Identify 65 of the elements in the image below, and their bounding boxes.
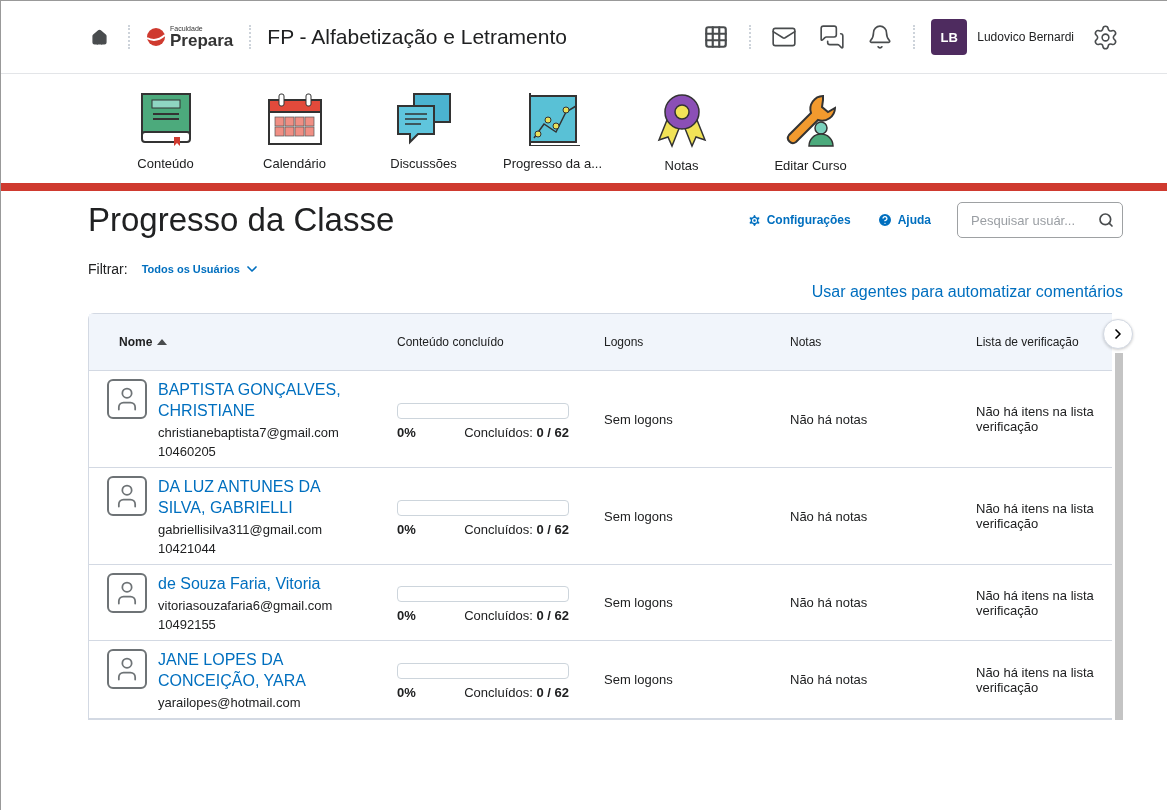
checklist-cell-text: Não há itens na lista verificação [976,587,1095,618]
checklist-cell-text: Não há itens na lista verificação [976,501,1095,531]
completed-count: Concluídos: 0 / 62 [464,521,569,537]
grades-cell-text: Não há notas [790,672,869,687]
column-header[interactable]: Logons [604,335,790,349]
nav-item[interactable]: Notas [617,92,746,173]
ribbon-award-icon [656,92,707,148]
student-id: 10460205 [158,444,217,459]
feedback-agents-link[interactable]: Usar agentes para automatizar comentários [811,283,1123,301]
progress-percent: 0% [397,521,416,537]
logons-cell-text: Sem logons [604,672,674,687]
nav-item[interactable]: Conteúdo [101,92,230,173]
column-header[interactable]: Conteúdo concluído [397,335,604,349]
student-email: christianebaptista7@gmail.com [158,425,340,440]
speech-bubbles-icon [395,92,452,146]
student-email: gabriellisilva311@gmail.com [158,522,323,537]
user-placeholder-icon [107,573,147,613]
user-placeholder-icon [107,649,147,689]
user-placeholder-icon [107,476,147,516]
column-header[interactable]: Nome [107,335,397,349]
student-email: vitoriasouzafaria6@gmail.com [158,598,334,613]
filter-dropdown[interactable]: Todos os Usuários [141,261,260,277]
settings-icon [746,212,762,228]
search-field[interactable]: Pesquisar usuár... [957,202,1123,238]
completed-count: Concluídos: 0 / 62 [464,608,569,623]
book-icon [138,92,193,146]
logons-cell-text: Sem logons [604,411,674,427]
logons-cell-text: Sem logons [604,508,674,524]
grades-cell-text: Não há notas [790,595,869,610]
progress-percent: 0% [397,685,416,700]
progress-percent: 0% [397,608,416,623]
completed-count: Concluídos: 0 / 62 [464,685,569,700]
page-title: Progresso da Classe [88,201,396,239]
search-icon [1098,212,1114,228]
column-header[interactable]: Notas [790,335,976,349]
student-name-link[interactable]: de Souza Faria, Vitoria [158,573,358,594]
grades-cell-text: Não há notas [790,508,869,524]
student-name-link[interactable]: BAPTISTA GONÇALVES, CHRISTIANE [158,379,358,421]
scrollbar[interactable] [1115,353,1123,720]
student-name-link[interactable]: JANE LOPES DA CONCEIÇÃO, YARA [158,649,358,691]
filter-label: Filtrar: [88,261,128,277]
student-email: yarailopes@hotmail.com [158,695,302,710]
sort-ascending-icon [157,339,168,345]
user-name[interactable]: Ludovico Bernardi [977,30,1074,44]
column-header[interactable]: Lista de verificação [976,335,1096,349]
nav-item[interactable]: Progresso da a... [488,92,617,173]
checklist-cell-text: Não há itens na lista verificação [976,404,1095,434]
action-link[interactable]: Configurações [746,212,851,228]
user-avatar[interactable]: LB [931,19,968,55]
progress-percent: 0% [397,424,416,440]
logons-cell-text: Sem logons [604,595,674,610]
nav-item[interactable]: Editar Curso [746,92,875,173]
student-id: 10421044 [158,541,217,556]
nav-item[interactable]: Discussões [359,92,488,173]
nav-item[interactable]: Calendário [230,92,359,173]
student-id: 10492155 [158,617,217,632]
user-placeholder-icon [107,379,147,419]
action-link[interactable]: Ajuda [876,212,931,228]
help-icon [876,212,893,228]
course-title: FP - Alfabetização e Letramento [267,25,568,49]
checklist-cell-text: Não há itens na lista verificação [976,664,1095,695]
calendar-icon [266,92,323,146]
completed-count: Concluídos: 0 / 62 [464,424,569,440]
student-name-link[interactable]: DA LUZ ANTUNES DA SILVA, GABRIELLI [158,476,358,518]
grades-cell-text: Não há notas [790,411,869,427]
